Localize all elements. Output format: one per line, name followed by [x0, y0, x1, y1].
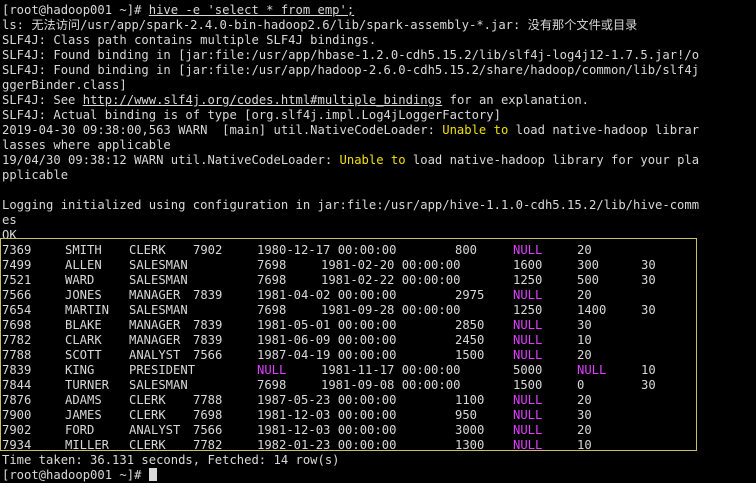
- warn-text: Unable to: [442, 123, 509, 137]
- log-line: ggerBinder.class]: [2, 78, 756, 93]
- footer-line: Time taken: 36.131 seconds, Fetched: 14 …: [2, 453, 340, 467]
- log-text: SLF4J: Found binding in [jar:file:/usr/a…: [2, 48, 700, 62]
- url-link[interactable]: http://www.slf4j.org/codes.html#multiple…: [83, 93, 443, 107]
- log-text: for an explanation.: [442, 93, 590, 107]
- log-text: SLF4J: Actual binding is of type [org.sl…: [2, 108, 501, 122]
- log-line: Logging initialized using configuration …: [2, 198, 756, 213]
- command-text: hive -e 'select * from emp';: [148, 3, 355, 17]
- log-text: load native-hadoop library for your pla: [405, 153, 700, 167]
- log-text: load native-hadoop librar: [508, 123, 700, 137]
- log-text: SLF4J: See: [2, 93, 83, 107]
- log-text: Logging initialized using configuration …: [2, 198, 700, 212]
- log-line: es: [2, 213, 756, 228]
- text-cursor[interactable]: [148, 468, 157, 481]
- log-line: 2019-04-30 09:38:00,563 WARN [main] util…: [2, 123, 756, 138]
- log-line: [root@hadoop001 ~]# hive -e 'select * fr…: [2, 3, 756, 18]
- log-text: SLF4J: Class path contains multiple SLF4…: [2, 33, 377, 47]
- log-line: ls: 无法访问/usr/app/spark-2.4.0-bin-hadoop2…: [2, 18, 756, 33]
- log-line: SLF4J: Found binding in [jar:file:/usr/a…: [2, 63, 756, 78]
- log-text: SLF4J: Found binding in [jar:file:/usr/a…: [2, 63, 700, 77]
- log-line: SLF4J: See http://www.slf4j.org/codes.ht…: [2, 93, 756, 108]
- warn-text: Unable to: [339, 153, 406, 167]
- shell-prompt: [root@hadoop001 ~]#: [2, 468, 149, 482]
- log-line: pplicable: [2, 168, 756, 183]
- log-line: lasses where applicable: [2, 138, 756, 153]
- log-text: lasses where applicable: [2, 138, 171, 152]
- log-text: 19/04/30 09:38:12 WARN util.NativeCodeLo…: [2, 153, 340, 167]
- log-text: es: [2, 213, 17, 227]
- log-line: SLF4J: Actual binding is of type [org.sl…: [2, 108, 756, 123]
- log-text: ls: 无法访问/usr/app/spark-2.4.0-bin-hadoop2…: [2, 18, 638, 32]
- log-text: pplicable: [2, 168, 69, 182]
- log-line: 19/04/30 09:38:12 WARN util.NativeCodeLo…: [2, 153, 756, 168]
- log-line: SLF4J: Found binding in [jar:file:/usr/a…: [2, 48, 756, 63]
- log-text: ggerBinder.class]: [2, 78, 127, 92]
- log-text: 2019-04-30 09:38:00,563 WARN [main] util…: [2, 123, 443, 137]
- result-highlight-box: [0, 238, 697, 451]
- log-line: SLF4J: Class path contains multiple SLF4…: [2, 33, 756, 48]
- log-text: [root@hadoop001 ~]#: [2, 3, 149, 17]
- prompt-line: [root@hadoop001 ~]#: [2, 468, 756, 483]
